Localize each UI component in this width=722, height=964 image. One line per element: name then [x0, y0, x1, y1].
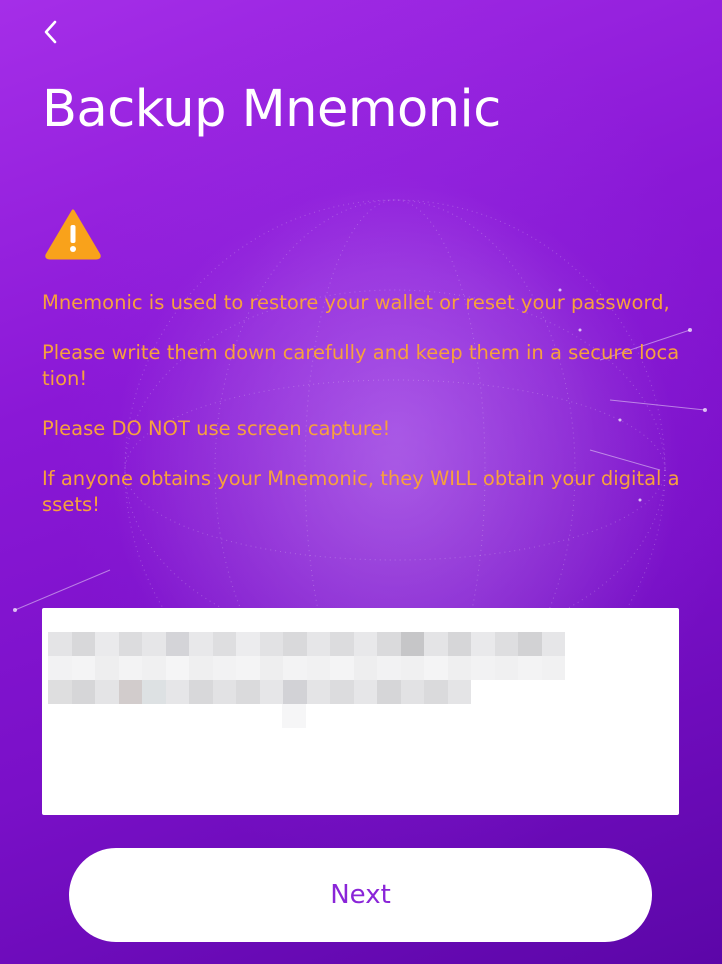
mnemonic-blur-row: [282, 704, 306, 728]
warning-line: Please DO NOT use screen capture!: [42, 417, 391, 440]
next-button[interactable]: Next: [69, 848, 652, 942]
mnemonic-blur-row: [48, 680, 471, 704]
warning-line: If anyone obtains your Mnemonic, they WI…: [42, 467, 680, 516]
warning-messages: Mnemonic is used to restore your wallet …: [42, 290, 682, 542]
back-button[interactable]: [34, 16, 66, 52]
warning-line: Please write them down carefully and kee…: [42, 341, 680, 390]
mnemonic-blur-row: [48, 656, 565, 680]
warning-line: Mnemonic is used to restore your wallet …: [42, 291, 670, 314]
page-title: Backup Mnemonic: [42, 80, 501, 139]
mnemonic-display: [42, 608, 679, 815]
chevron-left-icon: [41, 19, 59, 49]
warning-triangle-icon: [44, 208, 102, 260]
mnemonic-blur-row: [48, 632, 565, 656]
